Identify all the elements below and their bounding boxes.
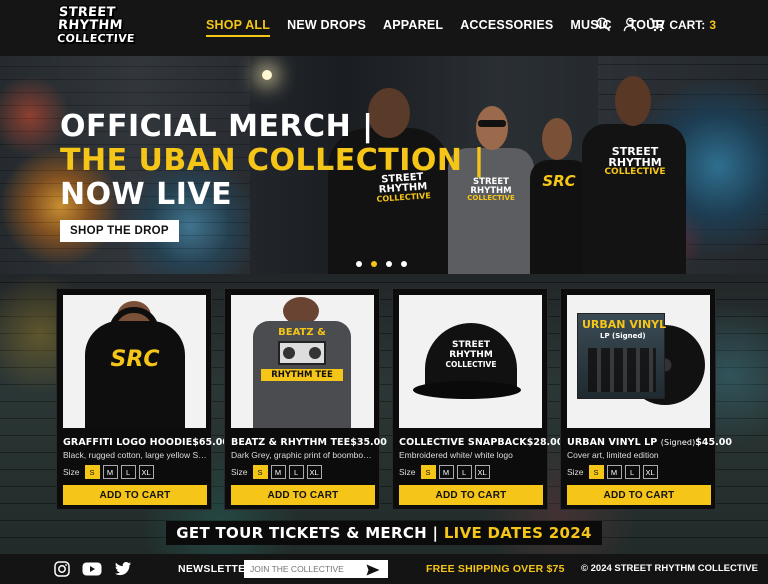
add-to-cart-button[interactable]: ADD TO CART bbox=[231, 485, 375, 505]
product-card-tee[interactable]: BEATZ & RHYTHM TEE BEATZ & RHYTHM TEE $3… bbox=[224, 288, 387, 510]
cart-count: 3 bbox=[709, 17, 716, 32]
hero-line-1: OFFICIAL MERCH | bbox=[60, 109, 374, 144]
size-label: Size bbox=[399, 467, 416, 477]
product-desc: Cover art, limited edition bbox=[567, 450, 659, 460]
carousel-dot-4[interactable] bbox=[401, 261, 407, 267]
product-name[interactable]: BEATZ & RHYTHM TEE bbox=[231, 437, 350, 448]
nav-accessories[interactable]: ACCESSORIES bbox=[460, 18, 553, 37]
product-name[interactable]: GRAFFITI LOGO HOODIE bbox=[63, 437, 192, 448]
hero-shirt-print-3: SRC bbox=[542, 172, 576, 190]
carousel-dot-3[interactable] bbox=[386, 261, 392, 267]
nav-shop-all[interactable]: SHOP ALL bbox=[206, 18, 271, 37]
site-header: STREET RHYTHM COLLECTIVE SHOP ALL NEW DR… bbox=[0, 0, 768, 56]
product-desc: Dark Grey, graphic print of boombox/... bbox=[231, 450, 375, 460]
size-option-m[interactable]: M bbox=[438, 465, 454, 479]
size-option-l[interactable]: L bbox=[288, 465, 304, 479]
cart-button[interactable]: CART: 3 bbox=[649, 18, 716, 32]
size-label: Size bbox=[567, 467, 584, 477]
size-option-s[interactable]: S bbox=[420, 465, 436, 479]
product-image-vinyl[interactable]: URBAN VINYL LP (Signed) bbox=[567, 295, 710, 428]
cart-label: CART: bbox=[669, 17, 706, 32]
size-option-m[interactable]: M bbox=[606, 465, 622, 479]
tour-text: GET TOUR TICKETS & MERCH | bbox=[176, 524, 439, 542]
carousel-dots bbox=[356, 261, 407, 267]
user-icon[interactable] bbox=[623, 17, 637, 32]
search-icon[interactable] bbox=[596, 17, 611, 32]
twitter-icon[interactable] bbox=[114, 561, 132, 582]
add-to-cart-button[interactable]: ADD TO CART bbox=[567, 485, 711, 505]
product-desc: Black, rugged cotton, large yellow SRC bbox=[63, 450, 207, 460]
product-card-vinyl[interactable]: URBAN VINYL LP (Signed) URBAN VINYL LP (… bbox=[560, 288, 732, 510]
hero-line-2: THE UBAN COLLECTION | bbox=[60, 143, 485, 178]
size-option-m[interactable]: M bbox=[270, 465, 286, 479]
brand-logo[interactable]: STREET RHYTHM COLLECTIVE bbox=[56, 5, 148, 50]
product-price: $45.00 bbox=[695, 437, 732, 448]
instagram-icon[interactable] bbox=[54, 561, 70, 582]
size-option-xl[interactable]: XL bbox=[642, 465, 658, 479]
add-to-cart-button[interactable]: ADD TO CART bbox=[63, 485, 207, 505]
size-label: Size bbox=[63, 467, 80, 477]
snapback-print: STREET RHYTHM COLLECTIVE bbox=[445, 340, 497, 369]
hero-line-3: NOW LIVE bbox=[60, 177, 233, 212]
hero-banner: STREET RHYTHM COLLECTIVE STREET RHYTHM C… bbox=[0, 56, 768, 274]
copyright: © 2024 STREET RHYTHM COLLECTIVE bbox=[581, 563, 758, 574]
product-image-snapback[interactable]: STREET RHYTHM COLLECTIVE bbox=[399, 295, 542, 428]
product-name[interactable]: COLLECTIVE SNAPBACK bbox=[399, 437, 527, 448]
product-card-snapback[interactable]: STREET RHYTHM COLLECTIVE COLLECTIVE SNAP… bbox=[392, 288, 563, 510]
nav-apparel[interactable]: APPAREL bbox=[383, 18, 443, 37]
product-image-tee[interactable]: BEATZ & RHYTHM TEE bbox=[231, 295, 374, 428]
size-selector: Size S M L XL bbox=[231, 465, 322, 479]
tee-print-top: BEATZ & bbox=[278, 327, 326, 338]
boombox-icon bbox=[278, 341, 326, 365]
youtube-icon[interactable] bbox=[82, 561, 102, 582]
hero-headline: OFFICIAL MERCH | THE UBAN COLLECTION | N… bbox=[60, 110, 485, 212]
size-option-l[interactable]: L bbox=[456, 465, 472, 479]
size-option-xl[interactable]: XL bbox=[138, 465, 154, 479]
album-cover: URBAN VINYL LP (Signed) bbox=[577, 313, 666, 399]
carousel-dot-1[interactable] bbox=[356, 261, 362, 267]
size-selector: Size S M L XL bbox=[63, 465, 154, 479]
logo-line-3: COLLECTIVE bbox=[56, 32, 136, 45]
social-links bbox=[54, 561, 132, 582]
product-section: SRC GRAFFITI LOGO HOODIE $65.00 Black, r… bbox=[0, 274, 768, 554]
hero-shirt-print-4: STREET RHYTHM COLLECTIVE bbox=[604, 145, 666, 177]
newsletter-label: NEWSLETTER bbox=[178, 563, 254, 575]
cart-icon bbox=[649, 17, 666, 32]
size-selector: Size S M L XL bbox=[399, 465, 490, 479]
product-desc: Embroidered white/ white logo bbox=[399, 450, 513, 460]
tee-print-bottom: RHYTHM TEE bbox=[261, 369, 343, 381]
header-actions: CART: 3 bbox=[596, 17, 716, 32]
free-shipping-notice: FREE SHIPPING OVER $75 bbox=[426, 563, 565, 575]
size-option-s[interactable]: S bbox=[252, 465, 268, 479]
size-option-s[interactable]: S bbox=[84, 465, 100, 479]
size-selector: Size S M L XL bbox=[567, 465, 658, 479]
site-footer: NEWSLETTER FREE SHIPPING OVER $75 © 2024… bbox=[0, 554, 768, 584]
tour-banner[interactable]: GET TOUR TICKETS & MERCH | LIVE DATES 20… bbox=[0, 521, 768, 545]
product-card-hoodie[interactable]: SRC GRAFFITI LOGO HOODIE $65.00 Black, r… bbox=[56, 288, 229, 510]
add-to-cart-button[interactable]: ADD TO CART bbox=[399, 485, 543, 505]
logo-line-2: RHYTHM bbox=[57, 18, 124, 33]
send-icon[interactable] bbox=[366, 563, 380, 581]
size-option-m[interactable]: M bbox=[102, 465, 118, 479]
nav-new-drops[interactable]: NEW DROPS bbox=[287, 18, 366, 37]
street-light bbox=[262, 70, 272, 80]
product-price: $35.00 bbox=[350, 437, 387, 448]
carousel-dot-2[interactable] bbox=[371, 261, 377, 267]
shop-the-drop-button[interactable]: SHOP THE DROP bbox=[60, 220, 179, 242]
product-image-hoodie[interactable]: SRC bbox=[63, 295, 206, 428]
tour-highlight: LIVE DATES 2024 bbox=[443, 524, 592, 542]
size-option-xl[interactable]: XL bbox=[474, 465, 490, 479]
size-label: Size bbox=[231, 467, 248, 477]
product-price: $28.00 bbox=[526, 437, 564, 448]
product-name[interactable]: URBAN VINYL LP (Signed) bbox=[567, 437, 695, 448]
hoodie-print: SRC bbox=[110, 347, 160, 372]
size-option-l[interactable]: L bbox=[624, 465, 640, 479]
size-option-xl[interactable]: XL bbox=[306, 465, 322, 479]
size-option-s[interactable]: S bbox=[588, 465, 604, 479]
size-option-l[interactable]: L bbox=[120, 465, 136, 479]
